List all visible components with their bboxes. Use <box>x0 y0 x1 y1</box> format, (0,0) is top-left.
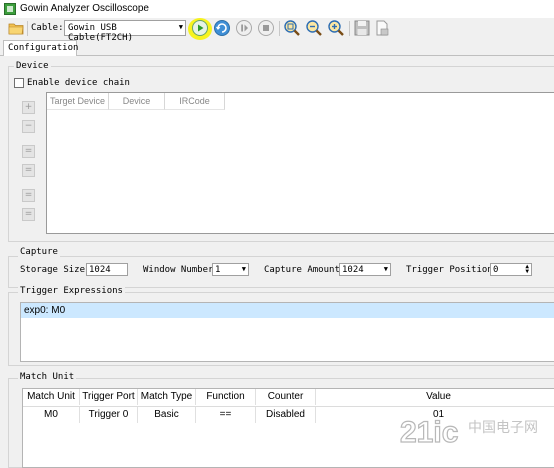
trigger-position-label: Trigger Position: <box>406 265 499 275</box>
pause-icon[interactable] <box>235 19 253 37</box>
remove-device-button[interactable]: − <box>22 120 35 133</box>
column-header-trigger-port[interactable]: Trigger Port <box>80 389 138 405</box>
enable-device-chain-checkbox[interactable] <box>14 78 24 88</box>
table-cell[interactable]: == <box>196 407 256 423</box>
window-title: Gowin Analyzer Oscilloscope <box>20 3 149 14</box>
save-icon[interactable] <box>353 19 371 37</box>
device-action-button[interactable]: = <box>22 164 35 177</box>
window-number-value: 1 <box>215 265 221 275</box>
stop-icon[interactable] <box>257 19 275 37</box>
chevron-down-icon: ▼ <box>178 23 183 31</box>
match-unit-label: Match Unit <box>18 372 77 382</box>
zoom-in-icon[interactable] <box>327 19 345 37</box>
device-table[interactable]: Target Device Device IRCode <box>46 92 554 234</box>
zoom-fit-icon[interactable] <box>283 19 301 37</box>
table-cell[interactable]: M0 <box>23 407 80 423</box>
table-cell[interactable]: Trigger 0 <box>80 407 138 423</box>
trigger-expressions-list[interactable]: exp0: M0 <box>20 302 554 362</box>
toolbar-separator <box>27 21 28 36</box>
list-item[interactable]: exp0: M0 <box>21 303 554 318</box>
table-cell[interactable]: Basic <box>138 407 196 423</box>
open-icon[interactable] <box>8 21 24 35</box>
window-number-select[interactable]: 1 ▼ <box>212 263 249 276</box>
column-header-ircode[interactable]: IRCode <box>165 93 225 110</box>
tab-configuration[interactable]: Configuration <box>3 40 78 56</box>
toolbar: Cable: Gowin USB Cable(FT2CH) ▼ <box>0 18 554 43</box>
column-header-counter[interactable]: Counter <box>256 389 316 405</box>
capture-group-label: Capture <box>18 247 60 257</box>
cable-select-value: Gowin USB Cable(FT2CH) <box>68 23 134 43</box>
storage-size-field[interactable]: 1024 <box>86 263 128 276</box>
export-icon[interactable] <box>373 19 391 37</box>
column-header-device[interactable]: Device <box>109 93 165 110</box>
storage-size-value: 1024 <box>89 265 111 275</box>
chevron-down-icon: ▼ <box>383 265 388 273</box>
trigger-expressions-label: Trigger Expressions <box>18 286 125 296</box>
device-action-button[interactable]: = <box>22 145 35 158</box>
device-group-label: Device <box>14 61 51 71</box>
column-header-value[interactable]: Value <box>316 389 554 405</box>
column-header-function[interactable]: Function <box>196 389 256 405</box>
refresh-icon[interactable] <box>213 19 231 37</box>
svg-text:21ic: 21ic <box>400 416 458 449</box>
cable-select[interactable]: Gowin USB Cable(FT2CH) ▼ <box>64 20 186 43</box>
capture-amount-select[interactable]: 1024 ▼ <box>339 263 391 276</box>
capture-amount-value: 1024 <box>342 265 364 275</box>
run-icon[interactable] <box>191 19 209 37</box>
add-device-button[interactable]: + <box>22 101 35 114</box>
trigger-position-spinbox[interactable]: 0 ▲ ▼ <box>490 263 532 276</box>
toolbar-separator <box>279 21 280 36</box>
column-header-match-type[interactable]: Match Type <box>138 389 196 405</box>
app-icon <box>4 3 16 15</box>
spin-arrows-icon[interactable]: ▲ ▼ <box>525 264 529 275</box>
column-header-target-device[interactable]: Target Device <box>47 93 109 110</box>
move-down-button[interactable]: = <box>22 208 35 221</box>
trigger-position-value: 0 <box>493 265 499 275</box>
title-bar: Gowin Analyzer Oscilloscope <box>0 0 554 18</box>
enable-device-chain-label[interactable]: Enable device chain <box>27 78 130 88</box>
watermark-logo: 21ic 中国电子网 <box>399 415 538 449</box>
move-up-button[interactable]: = <box>22 189 35 202</box>
chevron-down-icon: ▼ <box>241 265 246 273</box>
table-cell[interactable]: Disabled <box>256 407 316 423</box>
capture-amount-label: Capture Amount: <box>264 265 346 275</box>
window-number-label: Window Number: <box>143 265 219 275</box>
zoom-out-icon[interactable] <box>305 19 323 37</box>
storage-size-label: Storage Size: <box>20 265 91 275</box>
cable-label: Cable: <box>31 23 64 33</box>
toolbar-separator <box>349 21 350 36</box>
column-header-match-unit[interactable]: Match Unit <box>23 389 80 405</box>
svg-text:中国电子网: 中国电子网 <box>468 420 538 436</box>
